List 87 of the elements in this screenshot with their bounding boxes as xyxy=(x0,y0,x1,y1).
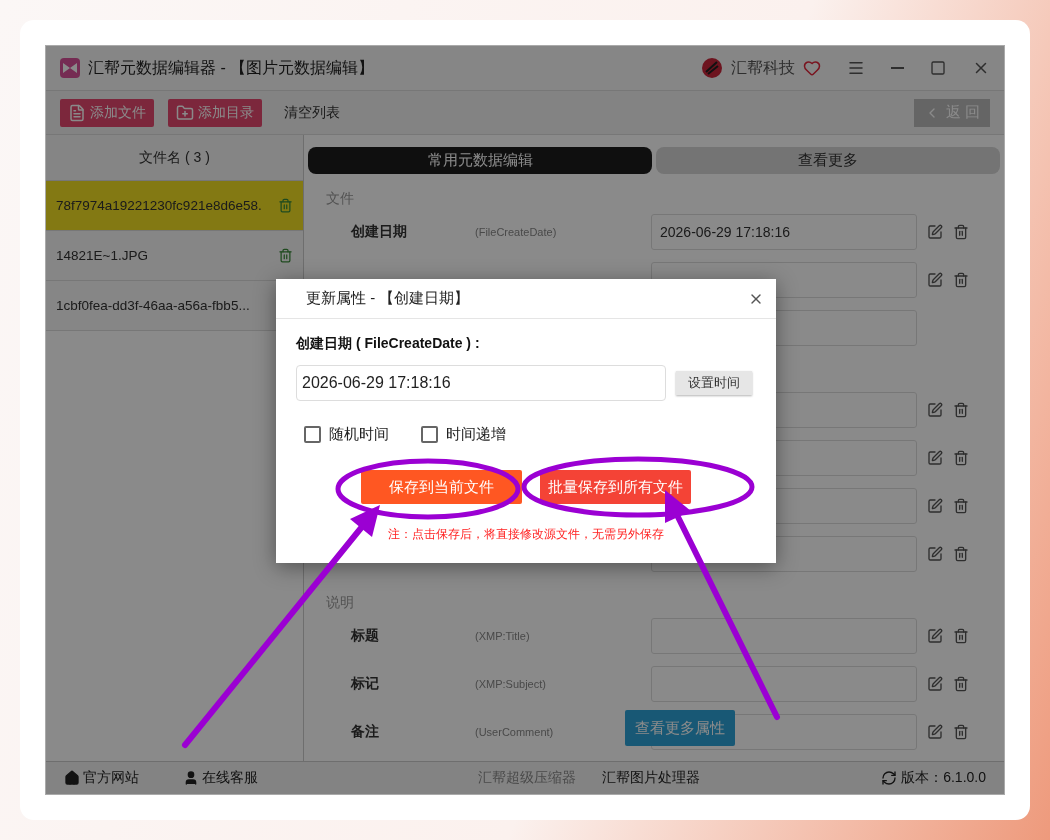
house-icon xyxy=(64,770,80,786)
window-title: 汇帮元数据编辑器 - 【图片元数据编辑】 xyxy=(88,57,376,78)
delete-button[interactable] xyxy=(953,628,969,644)
document-icon xyxy=(68,103,86,122)
field-label: 备注 xyxy=(351,723,379,739)
dialog-note: 注：点击保存后，将直接修改源文件，无需另外保存 xyxy=(387,526,665,543)
checkbox-label: 随机时间 xyxy=(329,425,389,444)
delete-button[interactable] xyxy=(953,224,969,240)
folder-plus-icon xyxy=(176,103,194,122)
delete-button[interactable] xyxy=(953,402,969,418)
checkbox[interactable] xyxy=(421,426,438,443)
delete-button[interactable] xyxy=(953,676,969,692)
save-button[interactable]: 批量保存到所有文件 xyxy=(540,470,691,504)
maximize-button[interactable] xyxy=(930,60,946,76)
field-label: 标记 xyxy=(351,675,379,691)
trash-icon xyxy=(953,402,969,418)
edit-button[interactable] xyxy=(927,628,943,644)
tab[interactable]: 查看更多 xyxy=(656,147,1000,174)
edit-icon xyxy=(927,498,943,514)
trash-icon xyxy=(953,272,969,288)
edit-icon xyxy=(927,402,943,418)
trash-icon xyxy=(953,450,969,466)
field-tag: (XMP:Title) xyxy=(475,630,530,642)
date-input[interactable]: 2026-06-29 17:18:16 xyxy=(296,365,666,401)
footer-link[interactable]: 在线客服 xyxy=(183,769,258,787)
footer-link[interactable]: 汇帮图片处理器 xyxy=(602,769,700,787)
edit-button[interactable] xyxy=(927,402,943,418)
delete-button[interactable] xyxy=(953,498,969,514)
menu-button[interactable] xyxy=(847,59,865,77)
menu-icon xyxy=(847,59,865,77)
input-field[interactable] xyxy=(651,666,917,702)
delete-button[interactable] xyxy=(953,724,969,740)
footer-link[interactable]: 官方网站 xyxy=(64,769,139,787)
edit-button[interactable] xyxy=(927,498,943,514)
toolbar-button[interactable]: 添加目录 xyxy=(168,98,262,127)
edit-icon xyxy=(927,272,943,288)
tab[interactable]: 常用元数据编辑 xyxy=(308,147,652,174)
edit-button[interactable] xyxy=(927,546,943,562)
refresh-icon xyxy=(881,770,898,786)
trash-icon xyxy=(953,546,969,562)
checkbox[interactable] xyxy=(304,426,321,443)
input-field[interactable]: 2026-06-29 17:18:16 xyxy=(651,214,917,250)
app-logo-icon xyxy=(60,58,80,78)
file-list-header: 文件名 ( 3 ) xyxy=(46,135,303,181)
edit-icon xyxy=(927,546,943,562)
delete-button[interactable] xyxy=(953,272,969,288)
brand-name: 汇帮科技 xyxy=(731,57,795,78)
brand-logo-icon xyxy=(701,57,723,79)
trash-icon[interactable] xyxy=(278,198,293,213)
edit-button[interactable] xyxy=(927,724,943,740)
trash-icon xyxy=(953,628,969,644)
input-field[interactable] xyxy=(651,618,917,654)
edit-icon xyxy=(927,224,943,240)
set-time-button[interactable]: 设置时间 xyxy=(676,371,752,395)
user-icon xyxy=(183,770,199,786)
minimize-icon xyxy=(891,67,904,69)
trash-icon xyxy=(953,224,969,240)
field-tag: (FileCreateDate) xyxy=(475,226,557,238)
delete-button[interactable] xyxy=(953,450,969,466)
trash-icon xyxy=(953,676,969,692)
delete-button[interactable] xyxy=(953,546,969,562)
field-tag: (XMP:Subject) xyxy=(475,678,546,690)
edit-icon xyxy=(927,724,943,740)
trash-icon xyxy=(953,498,969,514)
edit-button[interactable] xyxy=(927,224,943,240)
toolbar-button[interactable]: 添加文件 xyxy=(60,98,154,127)
edit-button[interactable] xyxy=(927,450,943,466)
maximize-icon xyxy=(930,60,946,76)
trash-icon[interactable] xyxy=(278,248,293,263)
version-label: 版本：6.1.0.0 xyxy=(881,769,986,787)
toolbar-button[interactable]: 清空列表 xyxy=(276,98,348,127)
save-button[interactable]: 保存到当前文件 xyxy=(361,470,522,504)
edit-icon xyxy=(927,676,943,692)
field-tag: (UserComment) xyxy=(475,726,554,738)
dialog-title: 更新属性 - 【创建日期】 xyxy=(306,289,470,308)
field-label: 创建日期 xyxy=(351,223,407,239)
edit-icon xyxy=(927,628,943,644)
field-label: 创建日期 ( FileCreateDate ) : xyxy=(296,335,481,353)
edit-button[interactable] xyxy=(927,676,943,692)
heart-icon xyxy=(803,59,821,77)
field-label: 标题 xyxy=(351,627,379,643)
file-row[interactable]: 14821E~1.JPG xyxy=(46,231,303,281)
trash-icon xyxy=(953,724,969,740)
edit-icon xyxy=(927,450,943,466)
file-row[interactable]: 78f7974a19221230fc921e8d6e58. xyxy=(46,181,303,231)
checkbox-label: 时间递增 xyxy=(446,425,506,444)
edit-button[interactable] xyxy=(927,272,943,288)
